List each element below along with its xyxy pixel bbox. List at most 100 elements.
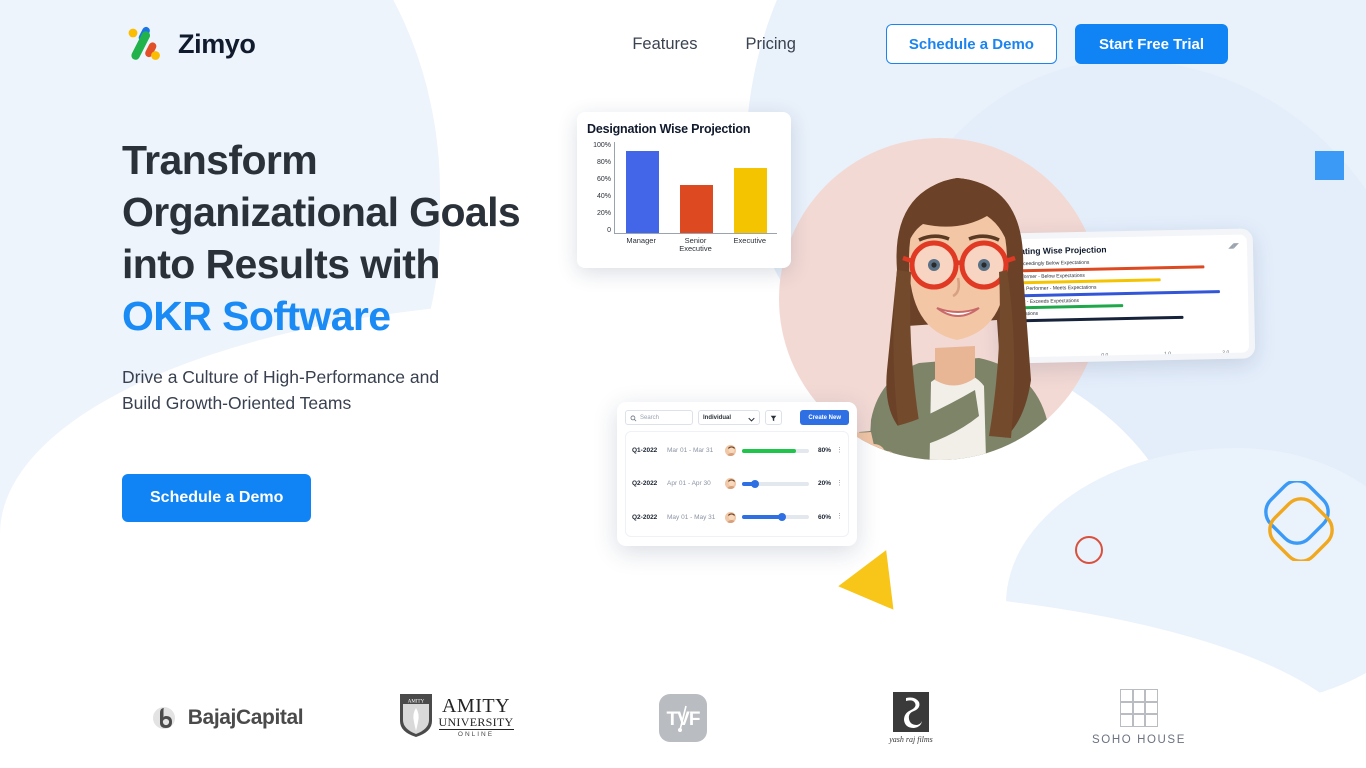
x-tick-label: 2.0 xyxy=(1222,349,1230,357)
tvf-logo-icon: TVF xyxy=(659,693,707,742)
search-icon xyxy=(630,409,637,427)
designation-wise-projection-card: Designation Wise Projection 100% 80% 60%… xyxy=(577,112,791,268)
site-header: Zimyo Features Pricing Schedule a Demo S… xyxy=(0,0,1366,88)
yellow-triangle-decoration xyxy=(838,538,914,610)
headline-line-1: Transform xyxy=(122,137,318,183)
main-navigation: Features Pricing Schedule a Demo Start F… xyxy=(608,24,1228,64)
client-logo-yash-raj-films: yash raj films xyxy=(797,691,1025,744)
bar-column xyxy=(625,142,659,233)
okr-quarter: Q2-2022 xyxy=(632,480,658,488)
create-new-button[interactable]: Create New xyxy=(800,410,849,425)
okr-percent: 20% xyxy=(817,480,831,488)
okr-date-range: Mar 01 - Mar 31 xyxy=(667,447,714,455)
x-tick-label: Senior Executive xyxy=(679,236,712,253)
okr-quarter: Q1-2022 xyxy=(632,447,658,455)
bar-rect xyxy=(679,185,713,233)
yash-raj-films-logo-icon xyxy=(893,691,929,732)
client-logo-bajaj-capital: BajajCapital xyxy=(113,703,341,733)
client-name-amity-line3: ONLINE xyxy=(457,731,495,738)
client-name-soho: SOHO HOUSE xyxy=(1092,734,1186,746)
brand-name: Zimyo xyxy=(178,28,256,59)
chart-title-designation: Designation Wise Projection xyxy=(587,122,751,136)
slider-knob[interactable] xyxy=(751,479,760,488)
okr-quarter: Q2-2022 xyxy=(632,513,658,521)
filter-icon xyxy=(770,409,777,427)
bar-chart-x-labels: Manager Senior Executive Executive xyxy=(614,237,777,253)
table-row[interactable]: Q1-2022 Mar 01 - Mar 31 80% ⋮ xyxy=(632,436,843,466)
start-free-trial-button[interactable]: Start Free Trial xyxy=(1074,24,1228,64)
client-logo-tvf: TVF xyxy=(569,693,797,742)
client-logo-amity-university: AMITY AMITY UNIVERSITY ONLINE xyxy=(341,691,569,744)
hero-page: Zimyo Features Pricing Schedule a Demo S… xyxy=(0,0,1366,768)
rings-decoration xyxy=(1258,479,1338,563)
client-logo-soho-house: SOHO HOUSE xyxy=(1025,689,1253,746)
y-tick: 80% xyxy=(596,159,611,166)
headline-accent: OKR Software xyxy=(122,293,391,339)
y-tick: 60% xyxy=(596,176,611,183)
nav-link-pricing[interactable]: Pricing xyxy=(721,35,819,54)
headline-line-3: into Results with xyxy=(122,241,440,287)
amity-university-logo-icon: AMITY xyxy=(397,691,435,744)
soho-house-logo-icon xyxy=(1120,689,1158,727)
bar-column xyxy=(733,142,767,233)
progress-slider[interactable] xyxy=(742,448,809,453)
search-input[interactable]: Search xyxy=(625,410,693,425)
client-logos: BajajCapital AMITY AMITY UNIVERSITY ONLI… xyxy=(0,689,1366,746)
progress-fill xyxy=(742,448,796,453)
okr-date-range: Apr 01 - Apr 30 xyxy=(667,480,711,488)
y-tick: 20% xyxy=(596,210,611,217)
y-tick: 0 xyxy=(607,227,611,234)
filter-type-value: Individual xyxy=(703,414,732,421)
y-tick: 100% xyxy=(593,142,611,149)
hero-copy: Transform Organizational Goals into Resu… xyxy=(122,134,592,522)
page-title: Transform Organizational Goals into Resu… xyxy=(122,134,592,342)
zimyo-percent-logo-icon xyxy=(122,22,166,66)
bar-rect xyxy=(625,151,659,233)
subhead-line-1: Drive a Culture of High-Performance and xyxy=(122,367,440,387)
table-row[interactable]: Q2-2022 May 01 - May 31 60% ⋮ xyxy=(632,502,843,532)
y-tick: 40% xyxy=(596,193,611,200)
avatar xyxy=(724,477,737,491)
expand-icon[interactable]: ◢◤ xyxy=(1228,242,1239,250)
okr-date-range: May 01 - May 31 xyxy=(667,513,716,521)
search-placeholder: Search xyxy=(640,414,660,421)
client-name-bajaj: BajajCapital xyxy=(187,705,304,729)
brand-logo[interactable]: Zimyo xyxy=(122,22,256,66)
progress-slider[interactable] xyxy=(742,513,809,522)
avatar xyxy=(724,444,737,458)
filter-button[interactable] xyxy=(765,410,782,425)
table-row[interactable]: Q2-2022 Apr 01 - Apr 30 20% ⋮ xyxy=(632,469,843,499)
filter-type-select[interactable]: Individual xyxy=(698,410,760,425)
schedule-demo-nav-button[interactable]: Schedule a Demo xyxy=(885,24,1057,64)
client-name-amity-line2: UNIVERSITY xyxy=(438,715,514,730)
progress-fill xyxy=(742,515,783,520)
row-menu-icon[interactable]: ⋮ xyxy=(836,513,843,520)
progress-slider[interactable] xyxy=(742,479,809,488)
bar-chart-plot: 100% 80% 60% 40% 20% 0 Manager Senior Ex… xyxy=(587,142,779,253)
chevron-down-icon xyxy=(748,409,755,427)
subhead-line-2: Build Growth-Oriented Teams xyxy=(122,393,352,413)
blue-square-decoration xyxy=(1315,151,1344,180)
avatar xyxy=(724,510,737,524)
hero-subhead: Drive a Culture of High-Performance and … xyxy=(122,364,592,416)
schedule-demo-hero-button[interactable]: Schedule a Demo xyxy=(122,474,312,522)
okr-toolbar: Search Individual Create New xyxy=(625,410,849,425)
client-name-yrf: yash raj films xyxy=(889,734,933,744)
nav-link-features[interactable]: Features xyxy=(608,35,721,54)
client-name-amity-line1: AMITY xyxy=(441,695,511,717)
okr-percent: 80% xyxy=(817,447,831,455)
row-menu-icon[interactable]: ⋮ xyxy=(836,480,843,487)
x-tick-label: Executive xyxy=(733,236,767,245)
bajaj-capital-logo-icon xyxy=(151,703,181,733)
bar-rect xyxy=(733,167,767,233)
x-tick-label: 1.0 xyxy=(1163,351,1172,358)
x-tick-label: Manager xyxy=(626,236,656,245)
okr-percent: 60% xyxy=(817,513,831,521)
svg-text:AMITY: AMITY xyxy=(407,700,424,705)
red-circle-decoration xyxy=(1075,536,1103,564)
slider-knob[interactable] xyxy=(778,513,787,522)
okr-list-card: Search Individual Create New Q1-2022 Mar … xyxy=(617,402,857,546)
bar-column xyxy=(679,142,713,233)
bar-chart-bars xyxy=(614,142,777,234)
row-menu-icon[interactable]: ⋮ xyxy=(836,447,843,454)
